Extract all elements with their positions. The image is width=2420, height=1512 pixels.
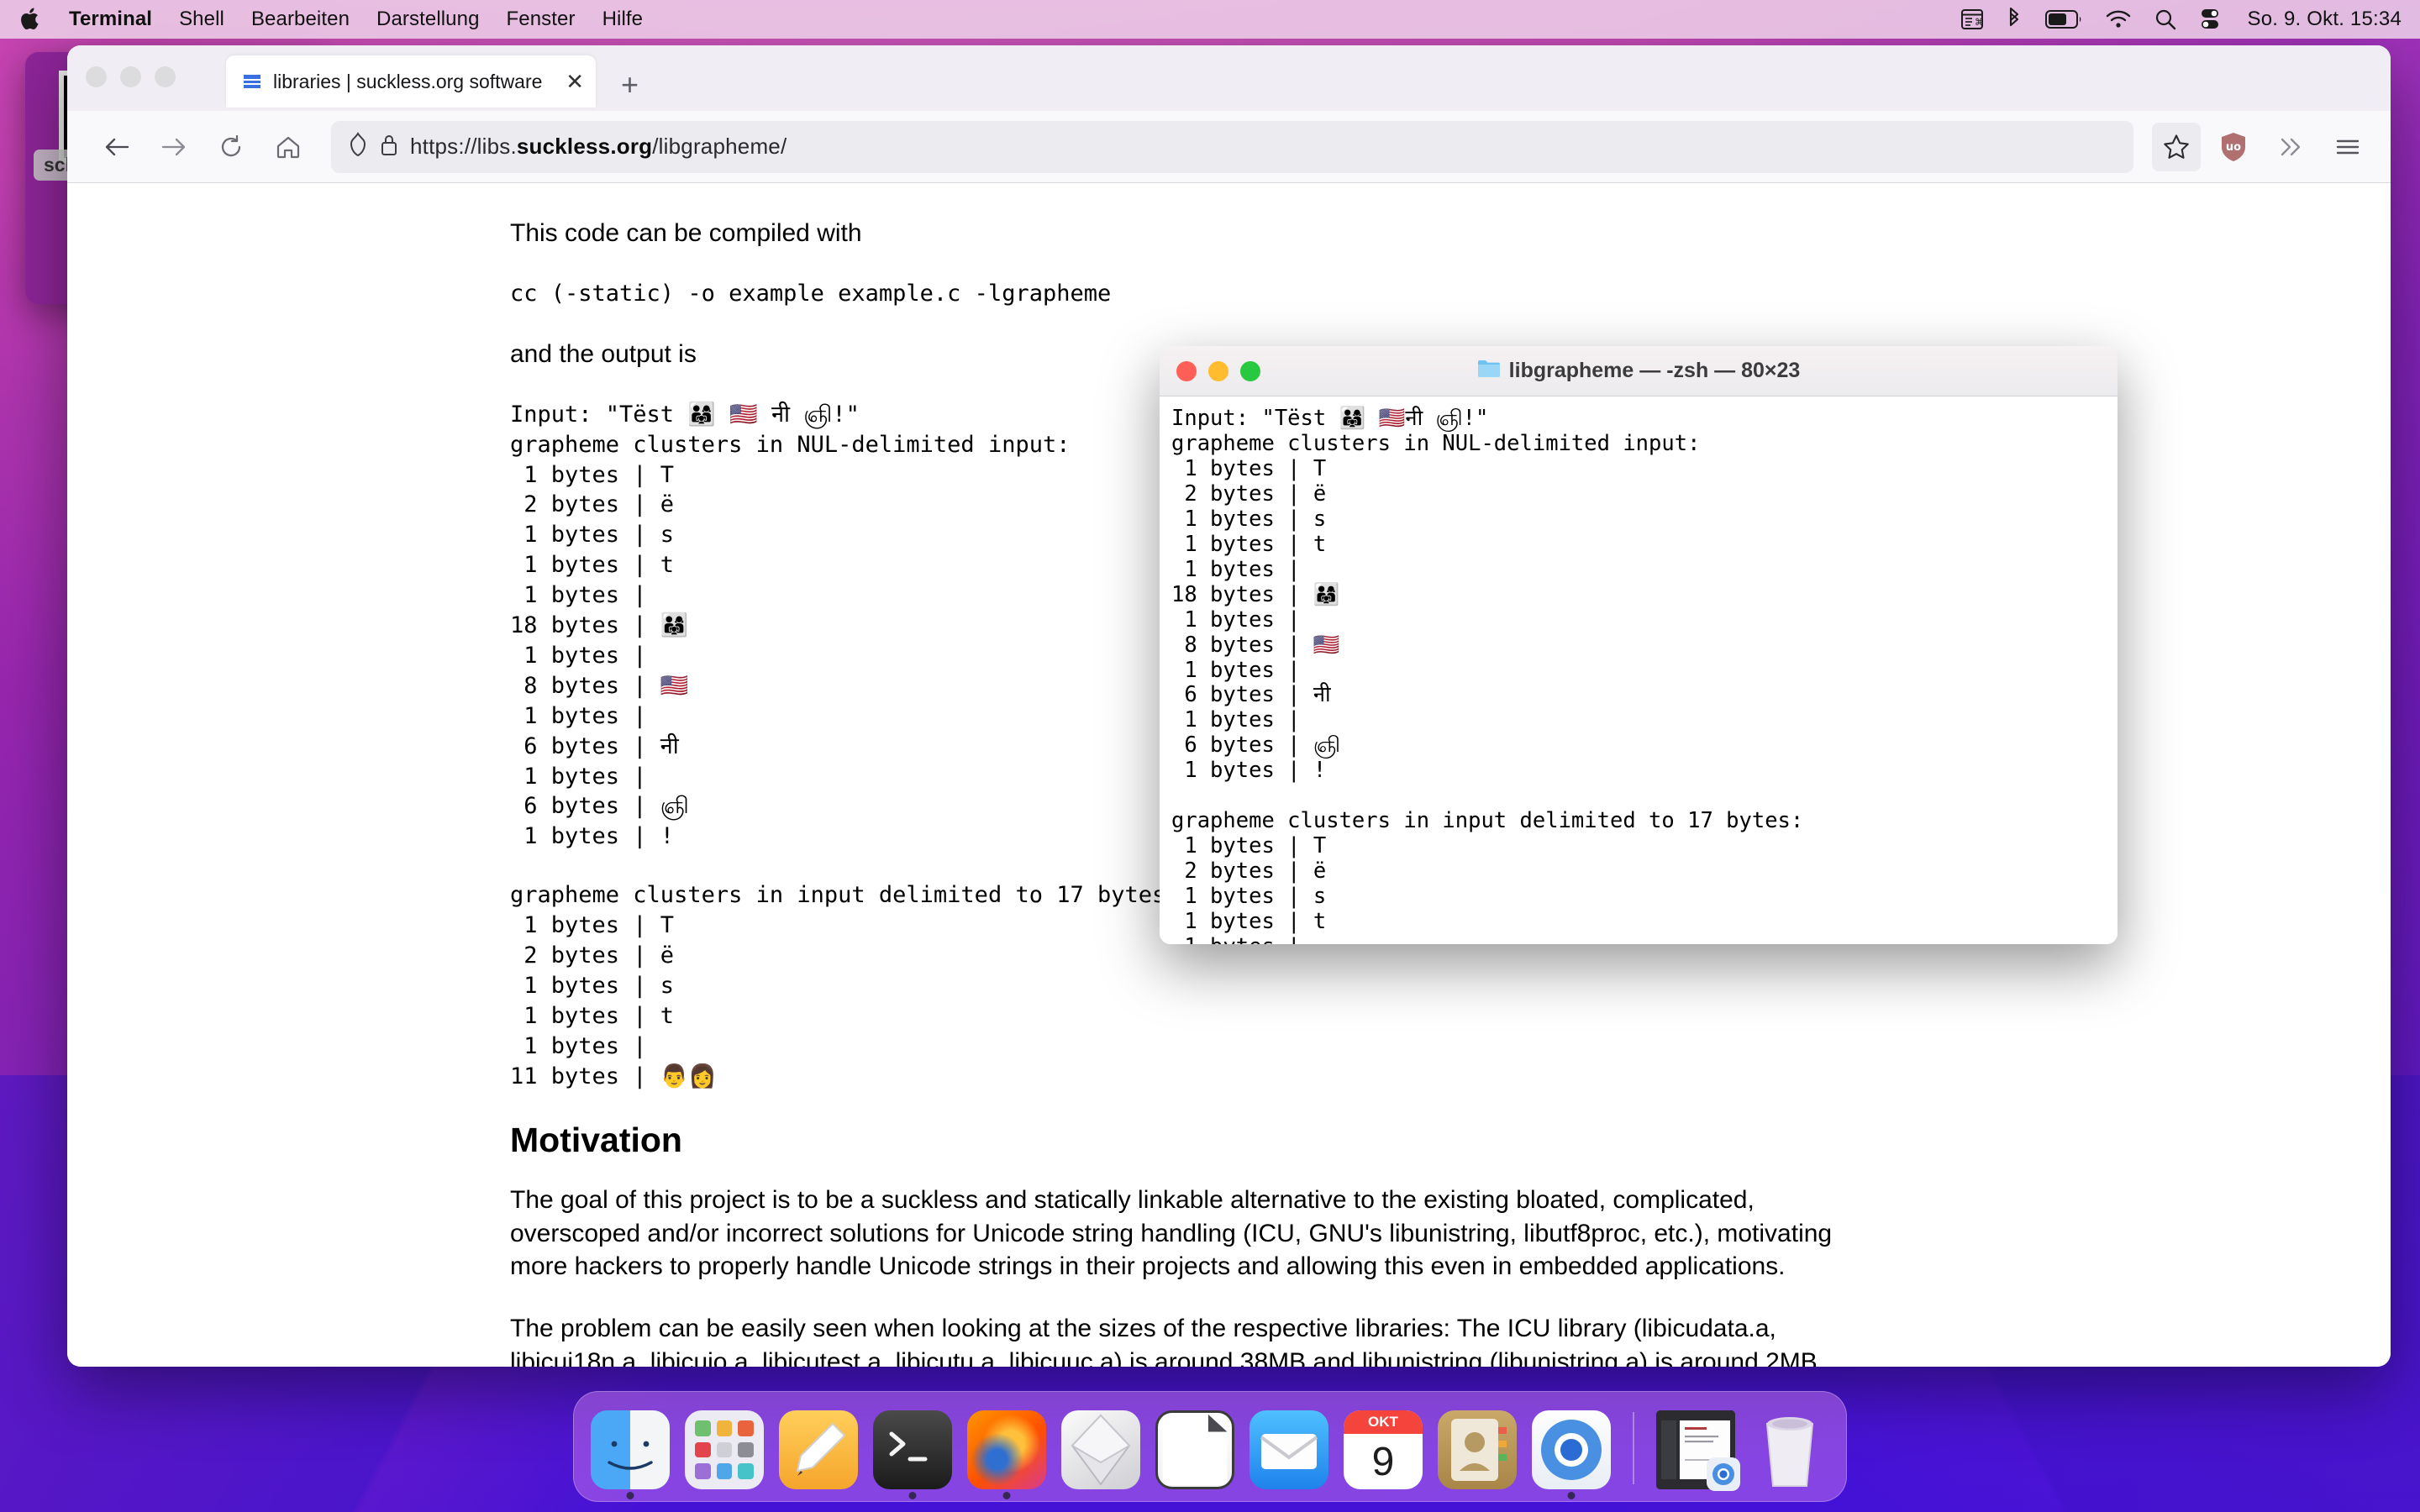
battery-icon[interactable] (2045, 10, 2082, 29)
paragraph-compile-intro: This code can be compiled with (510, 217, 1854, 250)
terminal-close-button[interactable] (1176, 361, 1197, 381)
svg-text:⌘: ⌘ (1975, 17, 1983, 28)
dock-item-libreoffice-writer[interactable] (1154, 1407, 1236, 1489)
dock-item-finder[interactable] (589, 1407, 671, 1489)
browser-minimize-button[interactable] (120, 66, 141, 87)
browser-traffic-lights (86, 45, 176, 111)
dock-item-mail[interactable] (1248, 1407, 1330, 1489)
code-compile-command: cc (-static) -o example example.c -lgrap… (510, 279, 2139, 309)
chevrons-right-icon[interactable] (2266, 123, 2315, 171)
search-icon[interactable] (2154, 8, 2176, 30)
terminal-output[interactable]: Input: "Tëst 👨‍👩‍👧 🇺🇸नी ஞி!" grapheme cl… (1160, 396, 2118, 944)
close-icon[interactable]: ✕ (566, 71, 584, 92)
browser-close-button[interactable] (86, 66, 107, 87)
dock-running-indicator (1003, 1492, 1011, 1499)
input-menu-icon[interactable]: ⌘ (1961, 9, 1983, 29)
star-icon[interactable] (2152, 123, 2201, 171)
url-bar[interactable]: https://libs.suckless.org/libgrapheme/ (331, 121, 2133, 173)
url-prefix: https://libs. (410, 134, 517, 159)
url-suffix: /libgrapheme/ (652, 134, 786, 159)
ublock-origin-icon[interactable]: uo (2209, 123, 2258, 171)
url-text[interactable]: https://libs.suckless.org/libgrapheme/ (410, 134, 786, 160)
terminal-title-wrapper: libgrapheme — -zsh — 80×23 (1160, 358, 2118, 384)
suckless-favicon (241, 71, 263, 92)
browser-tab-title: libraries | suckless.org software (273, 71, 542, 93)
page-heading-motivation: Motivation (510, 1121, 2139, 1160)
hamburger-menu-icon[interactable] (2323, 123, 2372, 171)
control-center-icon[interactable] (2200, 8, 2220, 30)
chromium-badge-icon (1707, 1457, 1740, 1491)
dock-item-notes[interactable] (777, 1407, 860, 1489)
dock-running-indicator (627, 1492, 634, 1499)
terminal-title-text: libgrapheme — -zsh — 80×23 (1509, 359, 1801, 383)
dock-item-xcode-like[interactable] (1060, 1407, 1142, 1489)
menu-item-bearbeiten[interactable]: Bearbeiten (238, 8, 363, 31)
dock-running-indicator (909, 1492, 917, 1499)
paragraph-motivation-1: The goal of this project is to be a suck… (510, 1184, 1854, 1284)
menu-item-fenster[interactable]: Fenster (493, 8, 589, 31)
dock-separator (1633, 1412, 1634, 1484)
forward-arrow-icon[interactable] (150, 123, 198, 171)
menu-item-hilfe[interactable]: Hilfe (589, 8, 657, 31)
dock-item-trash[interactable] (1749, 1407, 1831, 1489)
terminal-title-bar[interactable]: libgrapheme — -zsh — 80×23 (1160, 346, 2118, 396)
dock-item-minimized-document-window[interactable] (1655, 1407, 1737, 1489)
home-icon[interactable] (264, 123, 313, 171)
menu-item-darstellung[interactable]: Darstellung (363, 8, 493, 31)
menu-bar: Terminal Shell Bearbeiten Darstellung Fe… (0, 0, 2420, 39)
dock-item-chromium[interactable] (1530, 1407, 1612, 1489)
apple-logo-icon[interactable] (15, 8, 44, 32)
lock-icon[interactable] (380, 133, 398, 160)
url-domain: suckless.org (517, 134, 652, 159)
desktop: Terminal Shell Bearbeiten Darstellung Fe… (0, 0, 2420, 1512)
dock-item-contacts[interactable] (1436, 1407, 1518, 1489)
dock-item-terminal[interactable] (871, 1407, 954, 1489)
menu-item-shell[interactable]: Shell (166, 8, 238, 31)
reload-icon[interactable] (207, 123, 255, 171)
browser-tab-strip: libraries | suckless.org software ✕ + (67, 45, 2391, 111)
browser-tab-active[interactable]: libraries | suckless.org software ✕ (226, 55, 596, 108)
back-arrow-icon[interactable] (92, 123, 141, 171)
browser-nav-bar: https://libs.suckless.org/libgrapheme/ u… (67, 111, 2391, 183)
dock-item-launchpad[interactable] (683, 1407, 765, 1489)
folder-icon (1477, 358, 1501, 384)
terminal-window: libgrapheme — -zsh — 80×23 Input: "Tëst … (1160, 346, 2118, 944)
menu-bar-left: Terminal Shell Bearbeiten Darstellung Fe… (15, 8, 656, 32)
new-tab-button[interactable]: + (621, 73, 639, 97)
terminal-zoom-button[interactable] (1240, 361, 1260, 381)
shield-icon[interactable] (348, 132, 368, 161)
menu-bar-clock[interactable]: So. 9. Okt. 15:34 (2244, 8, 2402, 31)
dock-item-calendar[interactable]: OKT 9 (1342, 1407, 1424, 1489)
dock-item-firefox[interactable] (965, 1407, 1048, 1489)
menu-bar-status-area: ⌘ So. 9. Okt. 15:34 (1961, 8, 2402, 31)
svg-text:uo: uo (2226, 141, 2241, 154)
wifi-icon[interactable] (2106, 10, 2131, 29)
bluetooth-icon[interactable] (2007, 8, 2022, 31)
dock-running-indicator (1568, 1492, 1576, 1499)
browser-zoom-button[interactable] (155, 66, 176, 87)
calendar-day: 9 (1344, 1434, 1423, 1489)
terminal-minimize-button[interactable] (1208, 361, 1228, 381)
paragraph-motivation-2: The problem can be easily seen when look… (510, 1312, 1854, 1367)
calendar-month: OKT (1344, 1410, 1423, 1434)
dock: OKT 9 (573, 1391, 1847, 1502)
menu-item-terminal[interactable]: Terminal (55, 8, 166, 31)
